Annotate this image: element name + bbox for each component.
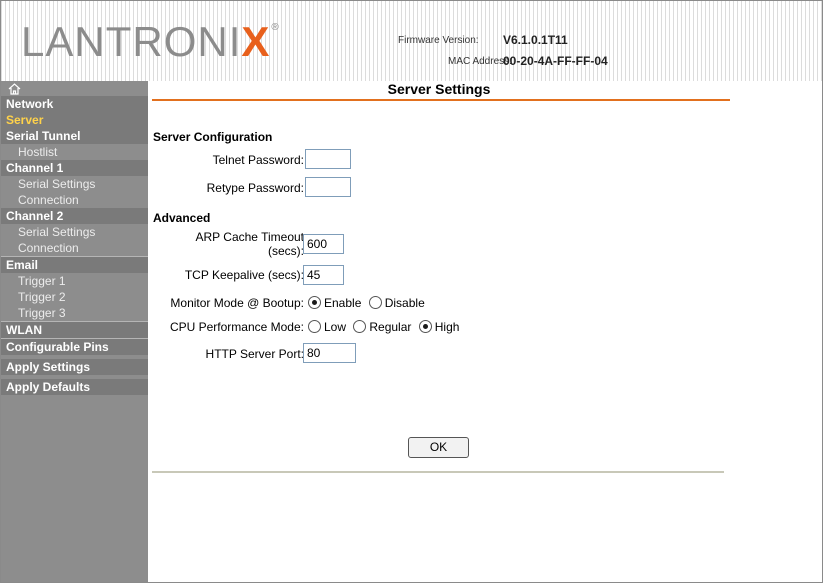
sidebar-item-channel1-serial-settings[interactable]: Serial Settings (1, 176, 148, 192)
sidebar-nav: Network Server Serial Tunnel Hostlist Ch… (1, 81, 148, 582)
sidebar-item-email[interactable]: Email (1, 256, 148, 273)
sidebar-item-wlan[interactable]: WLAN (1, 321, 148, 338)
sidebar-item-network[interactable]: Network (1, 96, 148, 112)
sidebar-item-trigger-2[interactable]: Trigger 2 (1, 289, 148, 305)
radio-enable[interactable] (308, 296, 321, 309)
home-icon[interactable] (8, 83, 21, 95)
firmware-version-label: Firmware Version: (398, 35, 479, 46)
retype-password-label: Retype Password: (206, 181, 304, 195)
sidebar-item-channel2-connection[interactable]: Connection (1, 240, 148, 256)
lantronix-logo: LANTRONIX® (21, 18, 280, 65)
retype-password-input[interactable] (305, 177, 351, 197)
sidebar-item-hostlist[interactable]: Hostlist (1, 144, 148, 160)
firmware-version-value: V6.1.0.1T11 (503, 33, 568, 47)
arp-cache-timeout-label: ARP Cache Timeout (secs): (196, 230, 305, 258)
radio-low[interactable] (308, 320, 321, 333)
page-title: Server Settings (387, 81, 491, 97)
sidebar-item-channel1-connection[interactable]: Connection (1, 192, 148, 208)
radio-regular[interactable] (353, 320, 367, 333)
http-server-port-input[interactable] (303, 343, 356, 363)
monitor-mode-disable-option[interactable]: Disable (368, 296, 425, 310)
sidebar-item-configurable-pins[interactable]: Configurable Pins (1, 338, 148, 355)
sidebar-item-channel-2[interactable]: Channel 2 (1, 208, 148, 224)
cpu-mode-low-option[interactable]: Low (308, 320, 346, 334)
mac-address-value: 00-20-4A-FF-FF-04 (503, 54, 608, 68)
tcp-keepalive-label: TCP Keepalive (secs): (184, 268, 304, 282)
monitor-mode-enable-option[interactable]: Enable (308, 296, 361, 310)
sidebar-item-trigger-1[interactable]: Trigger 1 (1, 273, 148, 289)
sidebar-item-channel2-serial-settings[interactable]: Serial Settings (1, 224, 148, 240)
sidebar-item-channel-1[interactable]: Channel 1 (1, 160, 148, 176)
cpu-mode-radio-group: Low Regular High (308, 320, 463, 334)
title-divider (152, 99, 730, 101)
telnet-password-input[interactable] (305, 149, 351, 169)
advanced-heading: Advanced (153, 211, 211, 225)
server-configuration-heading: Server Configuration (153, 130, 273, 144)
cpu-mode-regular-option[interactable]: Regular (353, 320, 411, 334)
header-banner: LANTRONIX® Firmware Version: V6.1.0.1T11… (1, 1, 822, 81)
sidebar-item-server[interactable]: Server (1, 112, 148, 128)
bottom-divider (152, 471, 724, 473)
arp-label-line2: (secs): (268, 244, 304, 258)
radio-high[interactable] (418, 320, 432, 333)
arp-label-line1: ARP Cache Timeout (195, 230, 305, 244)
sidebar-item-apply-settings[interactable]: Apply Settings (1, 359, 148, 375)
cpu-performance-mode-label: CPU Performance Mode: (169, 320, 304, 334)
cpu-mode-high-option[interactable]: High (418, 320, 459, 334)
ok-button[interactable]: OK (408, 437, 469, 458)
tcp-keepalive-input[interactable] (303, 265, 344, 285)
browser-page: LANTRONIX® Firmware Version: V6.1.0.1T11… (0, 0, 823, 583)
monitor-mode-label: Monitor Mode @ Bootup: (170, 296, 304, 310)
telnet-password-label: Telnet Password: (212, 153, 304, 167)
http-server-port-label: HTTP Server Port: (205, 347, 304, 361)
sidebar-item-serial-tunnel[interactable]: Serial Tunnel (1, 128, 148, 144)
arp-cache-timeout-input[interactable] (303, 234, 344, 254)
radio-disable[interactable] (368, 296, 382, 309)
home-link[interactable] (1, 81, 148, 96)
sidebar-item-trigger-3[interactable]: Trigger 3 (1, 305, 148, 321)
sidebar-item-apply-defaults[interactable]: Apply Defaults (1, 379, 148, 395)
monitor-mode-radio-group: Enable Disable (308, 296, 429, 310)
